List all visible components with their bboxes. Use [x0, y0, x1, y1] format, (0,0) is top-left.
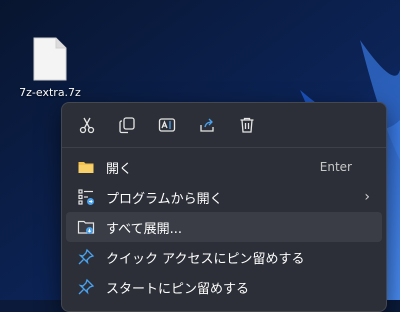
menu-item-label: プログラムから開く	[106, 191, 223, 207]
scissors-icon	[79, 117, 95, 134]
open-with-icon	[76, 187, 96, 207]
quick-actions-bar	[62, 103, 386, 148]
delete-button[interactable]	[228, 109, 266, 141]
cut-button[interactable]	[68, 109, 106, 141]
menu-list: 開く Enter プログラムから開く › すべて展開... クイック アクセスに…	[62, 148, 386, 306]
folder-icon	[76, 157, 96, 177]
context-menu: 開く Enter プログラムから開く › すべて展開... クイック アクセスに…	[61, 102, 387, 312]
menu-item-label: クイック アクセスにピン留めする	[106, 251, 305, 267]
file-label: 7z-extra.7z	[19, 86, 81, 99]
file-icon	[33, 37, 67, 81]
trash-icon	[240, 117, 254, 133]
rename-icon	[158, 118, 176, 132]
extract-folder-icon	[76, 217, 96, 237]
shortcut-label: Enter	[319, 160, 352, 174]
menu-item-label: すべて展開...	[106, 221, 182, 237]
copy-button[interactable]	[108, 109, 146, 141]
menu-item-pin-quick-access[interactable]: クイック アクセスにピン留めする	[66, 242, 382, 272]
menu-item-extract-all[interactable]: すべて展開...	[66, 212, 382, 242]
pin-icon	[76, 277, 96, 297]
menu-item-open[interactable]: 開く Enter	[66, 152, 382, 182]
chevron-right-icon: ›	[364, 189, 370, 205]
share-icon	[200, 118, 214, 132]
menu-item-open-with[interactable]: プログラムから開く ›	[66, 182, 382, 212]
menu-item-pin-start[interactable]: スタートにピン留めする	[66, 272, 382, 302]
rename-button[interactable]	[148, 109, 186, 141]
menu-item-label: 開く	[106, 161, 133, 177]
desktop-file-7z[interactable]: 7z-extra.7z	[14, 36, 86, 108]
copy-icon	[119, 117, 135, 134]
share-button[interactable]	[188, 109, 226, 141]
menu-item-label: スタートにピン留めする	[106, 281, 250, 297]
pin-icon	[76, 247, 96, 267]
